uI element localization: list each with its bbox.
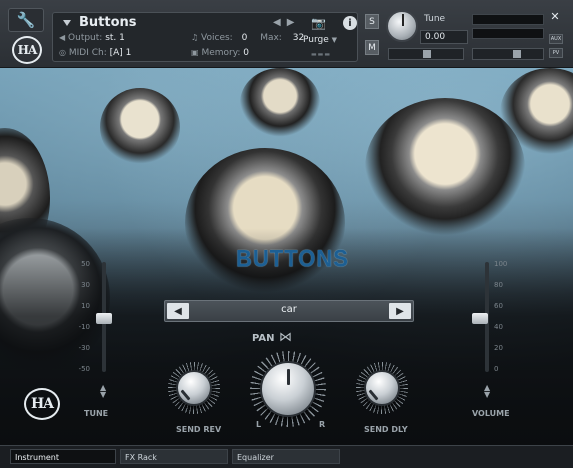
tune-stepper-icon[interactable]: ▲ ▼ (100, 384, 106, 399)
preset-name[interactable]: car (195, 304, 383, 315)
title-row: Buttons ◀▶ 📷 i (59, 15, 357, 32)
volume-scale-tick: 80 (494, 281, 503, 289)
bowtie-icon: ⋈ (279, 330, 292, 345)
pan-label: PAN (252, 333, 275, 344)
pan-left-marker: L (256, 420, 262, 429)
header-volume-slider[interactable] (472, 48, 544, 60)
arrow-left-icon: ◀ (174, 305, 182, 317)
prev-next-instrument-icon[interactable]: ◀▶ (273, 17, 300, 28)
send-rev-knob[interactable] (176, 370, 212, 406)
preset-selector: ◀ car ▶ (164, 300, 414, 322)
tune-scale-tick: 10 (81, 302, 90, 310)
instrument-header: 🔧 HA Buttons ◀▶ 📷 i ◀ Output: st. 1 ♫ Vo… (0, 0, 573, 68)
level-meter-left (472, 14, 544, 25)
memory-row: ▣ Memory: 0 (191, 48, 249, 58)
send-dly-label: SEND DLY (364, 425, 408, 434)
brand-title: BUTTONS (236, 244, 349, 273)
tune-knob[interactable] (386, 10, 418, 42)
tune-knob-pointer (402, 14, 404, 26)
send-dly-knob[interactable] (364, 370, 400, 406)
header-pan-thumb[interactable] (423, 50, 431, 58)
memory-label: Memory: (201, 48, 241, 58)
voices-label: Voices: (201, 33, 233, 43)
level-bars: ▬▬▬ (311, 51, 332, 58)
purge-menu[interactable]: Purge ▼ (303, 35, 351, 49)
output-value[interactable]: st. 1 (105, 33, 125, 43)
output-label: Output: (68, 33, 103, 43)
send-rev-label: SEND REV (176, 425, 222, 434)
pv-button[interactable]: PV (549, 48, 563, 58)
volume-slider-thumb[interactable] (472, 313, 488, 324)
pan-knob-pointer (287, 369, 290, 385)
chevron-down-icon[interactable] (63, 20, 71, 26)
instrument-title[interactable]: Buttons (79, 15, 137, 30)
solo-button[interactable]: S (365, 14, 379, 29)
tune-value[interactable]: 0.00 (420, 30, 468, 44)
midi-channel-value[interactable]: [A] 1 (110, 48, 132, 58)
tune-scale-tick: -10 (78, 323, 90, 331)
volume-scale-tick: 0 (494, 365, 499, 373)
volume-scale-tick: 40 (494, 323, 503, 331)
instrument-info-panel: Buttons ◀▶ 📷 i ◀ Output: st. 1 ♫ Voices:… (52, 12, 358, 62)
memory-icon: ▣ (191, 48, 199, 57)
volume-scale-tick: 60 (494, 302, 503, 310)
bottom-tab-bar: Instrument FX Rack Equalizer (0, 445, 573, 468)
pan-right-marker: R (319, 420, 326, 429)
chevron-down-icon: ▼ (331, 36, 338, 44)
midi-label: MIDI Ch: (68, 48, 107, 58)
midi-icon: ◎ (59, 48, 66, 57)
volume-slider-label: VOLUME (472, 409, 510, 418)
logo-small-text: HA (17, 43, 38, 57)
aux-button[interactable]: AUX (549, 34, 563, 44)
tune-slider-thumb[interactable] (96, 313, 112, 324)
memory-value: 0 (243, 48, 250, 58)
tune-slider-label: TUNE (84, 409, 109, 418)
tune-scale-tick: -50 (78, 365, 90, 373)
wrench-icon[interactable]: 🔧 (8, 8, 44, 32)
arrow-right-icon: ▶ (396, 305, 404, 317)
pan-knob[interactable] (260, 361, 316, 417)
tune-scale-tick: 50 (81, 260, 90, 268)
max-label: Max: (260, 33, 282, 43)
volume-stepper-icon[interactable]: ▲ ▼ (484, 384, 490, 399)
volume-scale-tick: 20 (494, 344, 503, 352)
volume-scale-tick: 100 (494, 260, 508, 268)
mute-button[interactable]: M (365, 40, 379, 55)
header-volume-thumb[interactable] (513, 50, 521, 58)
preset-next-button[interactable]: ▶ (389, 303, 411, 319)
background-photo-button (240, 68, 320, 138)
output-arrow-icon: ◀ (59, 33, 66, 42)
purge-label: Purge (303, 35, 329, 45)
voices-value: 0 (241, 33, 248, 43)
camera-icon[interactable]: 📷 (311, 16, 326, 30)
midi-row: ◎ MIDI Ch: [A] 1 (59, 48, 131, 58)
voices-icon: ♫ (191, 33, 199, 42)
logo-small: HA (12, 36, 42, 64)
tune-label: Tune (424, 14, 446, 24)
logo-large-text: HA (30, 396, 54, 412)
logo-large: HA (24, 388, 60, 420)
instrument-main-panel: BUTTONS 50 30 10 -10 -30 -50 ▲ ▼ TUNE 100… (0, 68, 573, 445)
tune-scale: 50 30 10 -10 -30 -50 (72, 260, 90, 386)
voices-row: ♫ Voices: 0 Max: 32 (191, 33, 304, 43)
tab-fx-rack[interactable]: FX Rack (120, 449, 228, 464)
send-rev-knob-pointer (180, 389, 191, 401)
header-pan-slider[interactable] (388, 48, 464, 60)
preset-prev-button[interactable]: ◀ (167, 303, 189, 319)
tab-instrument[interactable]: Instrument (10, 449, 116, 464)
background-photo-button (100, 88, 180, 166)
info-icon[interactable]: i (343, 16, 357, 30)
send-dly-knob-pointer (368, 389, 379, 401)
tune-scale-tick: 30 (81, 281, 90, 289)
tune-scale-tick: -30 (78, 344, 90, 352)
level-meter-right (472, 28, 544, 39)
volume-scale: 100 80 60 40 20 0 (494, 260, 512, 386)
output-row: ◀ Output: st. 1 (59, 33, 125, 43)
close-icon[interactable]: ✕ (549, 10, 561, 23)
tab-equalizer[interactable]: Equalizer (232, 449, 340, 464)
